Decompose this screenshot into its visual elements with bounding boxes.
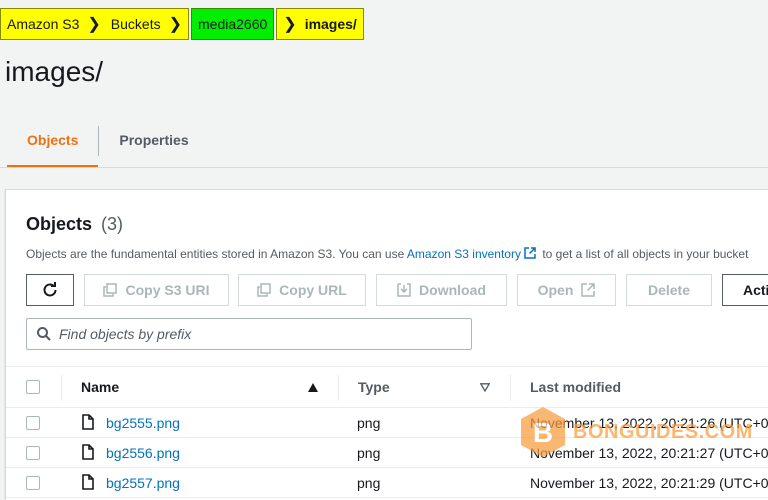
- page-title: images/: [5, 56, 104, 87]
- open-button[interactable]: Open: [517, 274, 616, 306]
- copy-url-label: Copy URL: [279, 282, 347, 298]
- object-type: png: [357, 415, 381, 431]
- objects-description: Objects are the fundamental entities sto…: [26, 247, 748, 261]
- sort-descending-icon[interactable]: [480, 383, 490, 392]
- select-all-checkbox[interactable]: [26, 380, 40, 394]
- column-divider: [338, 375, 339, 401]
- search-box: [26, 318, 472, 350]
- external-link-icon: [581, 283, 596, 297]
- breadcrumb-bucket-name[interactable]: media2660: [198, 16, 267, 32]
- breadcrumb-highlight-green: media2660: [191, 8, 275, 40]
- actions-label: Acti: [743, 282, 768, 298]
- file-icon: [82, 414, 94, 430]
- row-checkbox[interactable]: [26, 446, 40, 460]
- object-type: png: [357, 475, 381, 491]
- copy-url-button[interactable]: Copy URL: [238, 274, 366, 306]
- breadcrumb-highlight-yellow-2: ❯ images/: [276, 8, 364, 40]
- tabs-divider-line: [0, 167, 768, 168]
- watermark: B BONGUIDES.COM: [517, 405, 753, 459]
- object-name-link[interactable]: bg2557.png: [106, 475, 180, 491]
- objects-heading: Objects (3): [26, 214, 123, 235]
- breadcrumb-current: images/: [304, 16, 357, 32]
- copy-icon: [103, 283, 118, 297]
- breadcrumb-buckets[interactable]: Buckets: [111, 16, 161, 32]
- delete-button[interactable]: Delete: [626, 274, 712, 306]
- table-row[interactable]: bg2557.png png November 13, 2022, 20:21:…: [6, 468, 768, 498]
- column-header-type[interactable]: Type: [358, 379, 390, 395]
- objects-count: (3): [101, 214, 124, 234]
- breadcrumb-amazon-s3[interactable]: Amazon S3: [7, 16, 79, 32]
- column-header-last-modified[interactable]: Last modified: [530, 379, 621, 395]
- object-type: png: [357, 445, 381, 461]
- column-header-name[interactable]: Name: [81, 379, 119, 395]
- file-icon: [82, 474, 94, 490]
- refresh-icon: [43, 282, 57, 297]
- description-text-after: to get a list of all objects in your buc…: [538, 247, 749, 261]
- download-icon: [397, 283, 411, 297]
- column-divider: [510, 375, 511, 401]
- external-link-icon[interactable]: [524, 247, 536, 259]
- search-icon: [37, 327, 51, 341]
- file-icon: [82, 444, 94, 460]
- object-last-modified: November 13, 2022, 20:21:29 (UTC+0: [530, 475, 768, 491]
- chevron-right-icon: ❯: [87, 16, 101, 33]
- open-label: Open: [537, 282, 574, 298]
- actions-dropdown-button[interactable]: Acti: [722, 274, 768, 306]
- chevron-right-icon: ❯: [283, 16, 297, 33]
- row-checkbox[interactable]: [26, 416, 40, 430]
- tab-bar: Objects Properties: [7, 122, 209, 168]
- inventory-link[interactable]: Amazon S3 inventory: [407, 247, 521, 261]
- delete-label: Delete: [647, 282, 691, 298]
- row-checkbox[interactable]: [26, 476, 40, 490]
- sort-ascending-icon[interactable]: [308, 383, 318, 392]
- watermark-logo: B: [521, 407, 565, 457]
- object-name-link[interactable]: bg2556.png: [106, 445, 180, 461]
- copy-s3-uri-button[interactable]: Copy S3 URI: [84, 274, 229, 306]
- refresh-button[interactable]: [26, 274, 74, 306]
- chevron-right-icon: ❯: [168, 16, 182, 33]
- description-text-before: Objects are the fundamental entities sto…: [26, 247, 407, 261]
- copy-icon: [257, 283, 271, 297]
- tab-objects[interactable]: Objects: [7, 122, 99, 168]
- object-name-link[interactable]: bg2555.png: [106, 415, 180, 431]
- svg-text:B: B: [533, 417, 553, 448]
- copy-s3-uri-label: Copy S3 URI: [125, 282, 210, 298]
- table-header: Name Type Last modified: [6, 366, 768, 408]
- breadcrumb: Amazon S3 ❯ Buckets ❯ media2660 ❯ images…: [0, 8, 364, 40]
- search-input[interactable]: [59, 326, 439, 342]
- download-label: Download: [419, 282, 486, 298]
- objects-heading-label: Objects: [26, 214, 93, 234]
- tab-properties[interactable]: Properties: [99, 122, 208, 168]
- breadcrumb-highlight-yellow: Amazon S3 ❯ Buckets ❯: [0, 8, 189, 40]
- watermark-text: BONGUIDES.COM: [573, 420, 753, 443]
- download-button[interactable]: Download: [376, 274, 507, 306]
- column-divider: [61, 375, 62, 401]
